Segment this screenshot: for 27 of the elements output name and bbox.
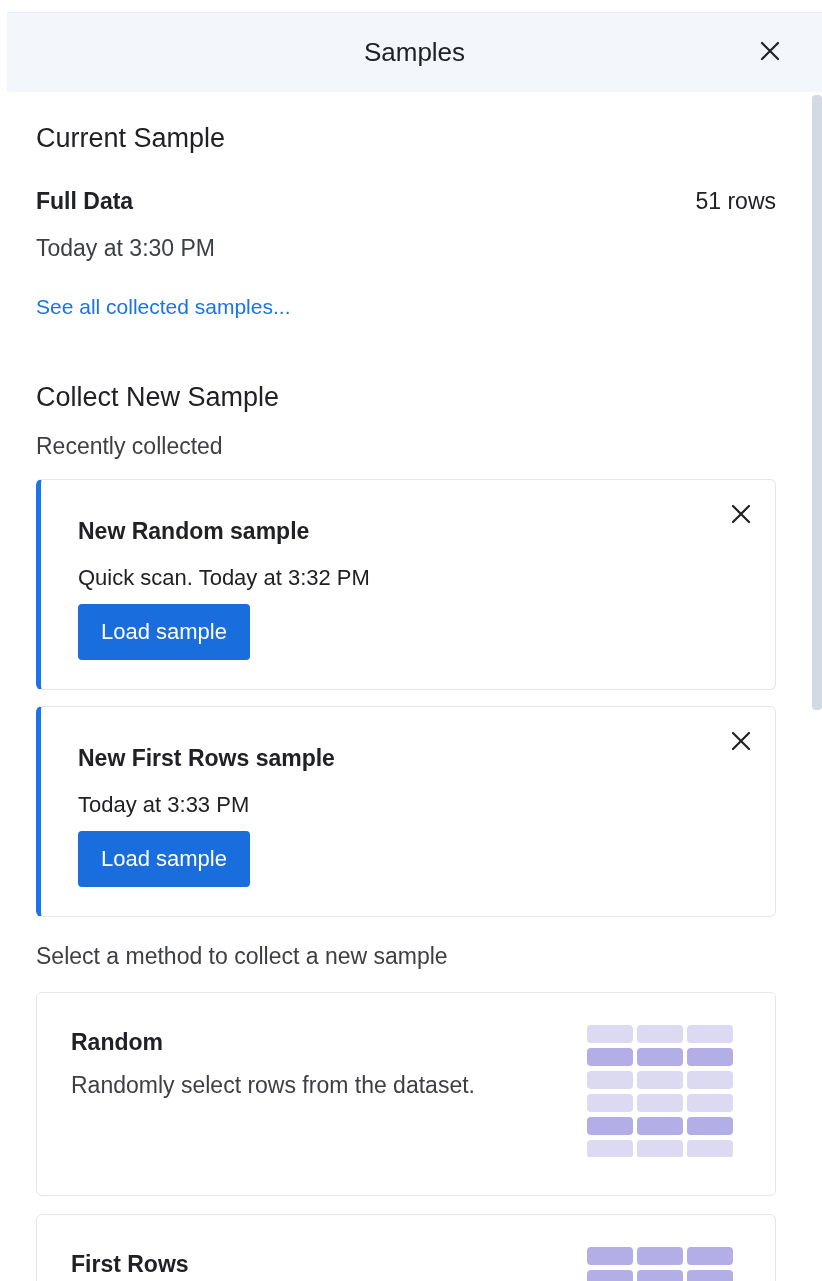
dismiss-button[interactable] [729, 502, 753, 526]
method-description: Randomly select rows from the dataset. [71, 1071, 476, 1100]
methods-label: Select a method to collect a new sample [36, 942, 449, 971]
section-heading: Collect New Sample [36, 380, 281, 414]
method-title: Random [71, 1027, 164, 1057]
card-detail: Quick scan. Today at 3:32 PM [78, 563, 370, 592]
sample-name: Full Data [36, 187, 134, 216]
close-icon [729, 729, 753, 753]
panel-title: Samples [363, 36, 466, 69]
close-icon [729, 502, 753, 526]
section-heading: Current Sample [36, 122, 227, 155]
row-count: 51 rows [695, 187, 776, 216]
close-button[interactable] [758, 39, 782, 63]
load-sample-button[interactable]: Load sample [78, 603, 250, 660]
method-title: First Rows [71, 1249, 190, 1279]
close-icon [758, 39, 782, 63]
see-all-samples-link[interactable]: See all collected samples... [36, 291, 291, 323]
card-detail: Today at 3:33 PM [78, 790, 250, 819]
sample-time: Today at 3:30 PM [36, 233, 216, 263]
recent-label: Recently collected [36, 431, 224, 461]
card-title: New Random sample [78, 517, 310, 546]
method-card[interactable]: Random Randomly select rows from the dataset. [36, 991, 776, 1196]
card-title: New First Rows sample [78, 744, 335, 773]
load-sample-button[interactable]: Load sample [78, 830, 250, 887]
dismiss-button[interactable] [729, 729, 753, 753]
scrollbar-thumb[interactable] [812, 95, 822, 710]
method-card[interactable]: First Rows [36, 1213, 776, 1281]
